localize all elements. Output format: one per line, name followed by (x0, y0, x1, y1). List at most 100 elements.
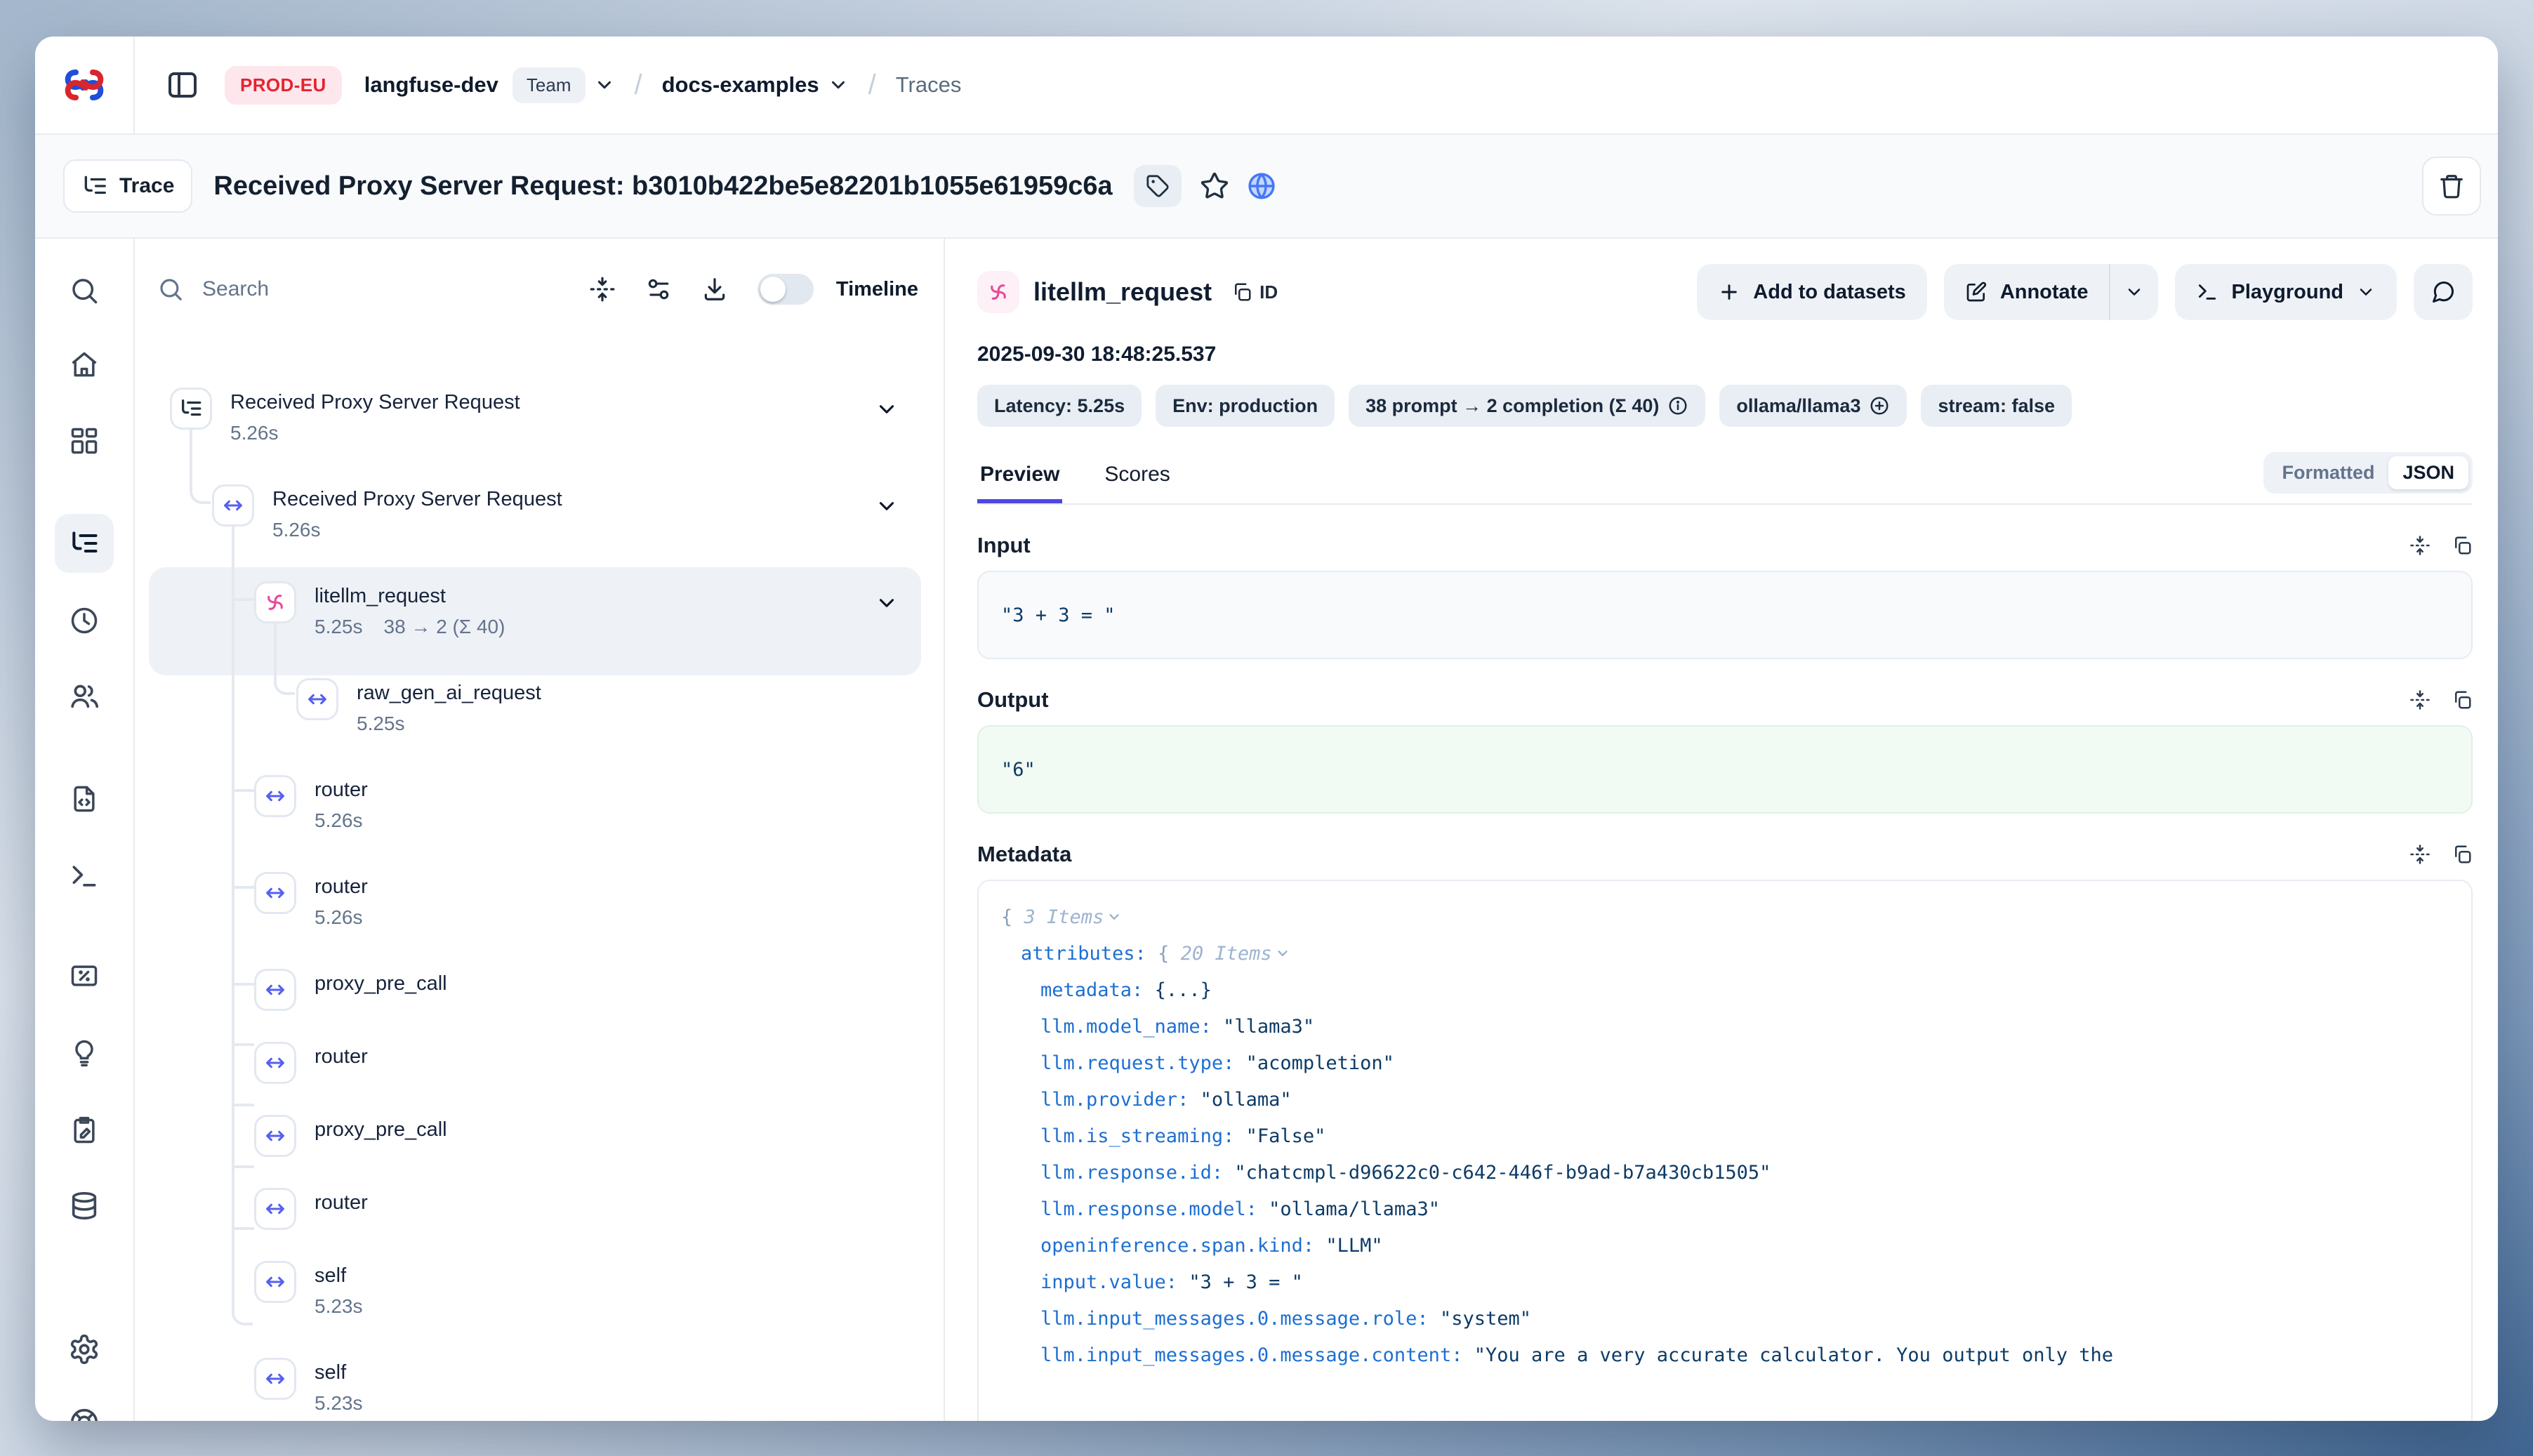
tree-node-span[interactable]: raw_gen_ai_request 5.25s (135, 678, 944, 739)
tree-connector (233, 1104, 254, 1106)
json-line: llm.response.id: "chatcmpl-d96622c0-c642… (1001, 1155, 2449, 1191)
json-collapse-count[interactable]: 3 Items (1024, 906, 1104, 928)
chevron-down-icon[interactable] (1275, 946, 1290, 961)
environment-badge: PROD-EU (225, 66, 342, 105)
sidebar-item-users[interactable] (68, 680, 100, 713)
lifebuoy-icon (68, 1406, 100, 1421)
sidebar-item-prompts[interactable] (69, 783, 100, 814)
tree-search[interactable] (157, 276, 589, 303)
tree-node-span[interactable]: router (135, 1188, 944, 1230)
add-tag-button[interactable] (1134, 165, 1182, 207)
sidebar-item-dashboards[interactable] (69, 425, 100, 456)
format-option-formatted[interactable]: Formatted (2268, 456, 2388, 489)
plus-circle-icon (1869, 395, 1890, 416)
tree-node-span[interactable]: self 5.23s (135, 1261, 944, 1321)
detail-tabs: Preview Scores Formatted JSON (977, 452, 2473, 505)
tab-preview[interactable]: Preview (977, 463, 1062, 503)
public-share-button[interactable] (1246, 171, 1277, 201)
org-switcher-button[interactable] (594, 74, 615, 95)
collapse-section-button[interactable] (2409, 689, 2431, 710)
app-logo[interactable] (35, 37, 135, 133)
span-arrows-icon (221, 494, 245, 517)
output-heading: Output (977, 687, 1049, 713)
copy-section-button[interactable] (2452, 535, 2473, 556)
desktop-background: PROD-EU langfuse-dev Team / docs-example… (0, 0, 2533, 1456)
collapse-section-button[interactable] (2409, 535, 2431, 556)
node-label: Received Proxy Server Request (230, 388, 520, 417)
tree-node-span[interactable]: router 5.26s (135, 775, 944, 835)
format-toggle: Formatted JSON (2263, 452, 2473, 494)
tree-node-generation-selected[interactable]: litellm_request 5.25s38 → 2 (Σ 40) (135, 581, 944, 642)
span-node-chip (296, 678, 338, 720)
token-usage-badge[interactable]: 38 prompt → 2 completion (Σ 40) (1349, 385, 1705, 427)
latency-badge: Latency: 5.25s (977, 385, 1142, 427)
copy-icon (2452, 535, 2473, 556)
tree-node-span[interactable]: router (135, 1042, 944, 1084)
add-to-datasets-button[interactable]: Add to datasets (1697, 264, 1927, 320)
delete-trace-button[interactable] (2422, 157, 2481, 216)
sidebar-item-home[interactable] (69, 350, 100, 380)
breadcrumb-section[interactable]: Traces (896, 72, 962, 98)
bookmark-star-button[interactable] (1200, 171, 1229, 201)
json-line: llm.is_streaming: "False" (1001, 1118, 2449, 1155)
sidebar-toggle-button[interactable] (166, 68, 199, 102)
sidebar-item-scores[interactable] (69, 960, 100, 991)
node-label: raw_gen_ai_request (357, 678, 541, 708)
json-collapse-count[interactable]: 20 Items (1181, 943, 1272, 965)
node-text: raw_gen_ai_request 5.25s (357, 678, 541, 739)
tree-node-span[interactable]: self 5.23s (135, 1358, 944, 1418)
search-icon (157, 276, 184, 303)
detail-actions: Add to datasets Annotate (1697, 264, 2473, 320)
generation-swirl-icon (986, 280, 1010, 304)
sidebar-item-playground[interactable] (69, 861, 100, 892)
collapse-section-button[interactable] (2409, 844, 2431, 865)
sidebar-item-sessions[interactable] (69, 605, 100, 636)
tree-node-span[interactable]: proxy_pre_call (135, 1115, 944, 1157)
node-label: router (315, 775, 368, 805)
model-badge[interactable]: ollama/llama3 (1719, 385, 1907, 427)
sidebar-item-annotation[interactable] (69, 1115, 100, 1146)
sidebar-item-datasets[interactable] (68, 1190, 100, 1222)
project-switcher-button[interactable] (828, 74, 849, 95)
annotate-dropdown-button[interactable] (2110, 264, 2158, 320)
collapse-node-button[interactable] (875, 591, 899, 615)
json-line[interactable]: metadata: {...} (1001, 972, 2449, 1009)
download-button[interactable] (701, 276, 728, 303)
format-option-json[interactable]: JSON (2388, 456, 2468, 489)
span-node-chip (254, 872, 296, 914)
tree-node-trace-root[interactable]: Received Proxy Server Request 5.26s (135, 388, 944, 448)
span-node-chip (254, 775, 296, 817)
org-name[interactable]: langfuse-dev (364, 72, 498, 98)
copy-section-button[interactable] (2452, 844, 2473, 865)
search-input[interactable] (199, 276, 368, 303)
collapse-node-button[interactable] (875, 397, 899, 421)
tab-scores[interactable]: Scores (1102, 463, 1172, 503)
span-node-chip (212, 484, 254, 527)
detail-title-group: litellm_request ID (977, 271, 1278, 313)
chevron-down-icon[interactable] (1106, 909, 1122, 925)
copy-id-button[interactable]: ID (1231, 282, 1278, 303)
comments-button[interactable] (2414, 264, 2473, 320)
tree-node-span[interactable]: Received Proxy Server Request 5.26s (135, 484, 944, 545)
json-line: openinference.span.kind: "LLM" (1001, 1228, 2449, 1264)
node-text: Received Proxy Server Request 5.26s (272, 484, 562, 545)
sidebar-item-support[interactable] (68, 1406, 100, 1421)
sidebar-item-tracing-active[interactable] (55, 514, 114, 573)
node-token-usage: 38 → 2 (Σ 40) (384, 616, 505, 637)
sidebar-item-search[interactable] (69, 275, 100, 306)
playground-button[interactable]: Playground (2175, 264, 2397, 320)
timeline-toggle[interactable] (758, 274, 814, 305)
tree-node-span[interactable]: router 5.26s (135, 872, 944, 932)
sidebar-item-insights[interactable] (69, 1038, 100, 1068)
tree-node-span[interactable]: proxy_pre_call (135, 969, 944, 1011)
collapse-all-button[interactable] (589, 276, 616, 303)
collapse-node-button[interactable] (875, 494, 899, 518)
project-name[interactable]: docs-examples (662, 72, 819, 98)
fold-vertical-icon (2409, 844, 2431, 865)
json-line: llm.response.model: "ollama/llama3" (1001, 1191, 2449, 1228)
annotate-button[interactable]: Annotate (1944, 264, 2110, 320)
view-settings-button[interactable] (645, 276, 672, 303)
sidebar-item-settings[interactable] (68, 1333, 100, 1365)
fold-vertical-icon (2409, 689, 2431, 710)
copy-section-button[interactable] (2452, 689, 2473, 710)
